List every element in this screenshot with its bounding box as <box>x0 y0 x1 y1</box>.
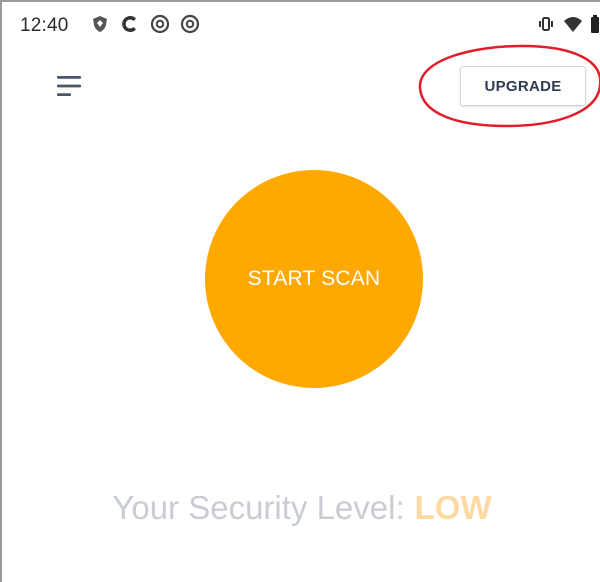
status-system-icons <box>536 14 600 34</box>
upgrade-button[interactable]: UPGRADE <box>460 66 586 106</box>
vibrate-icon <box>536 14 556 34</box>
at-sign-icon <box>150 14 170 34</box>
wifi-icon <box>563 14 583 34</box>
start-scan-button[interactable]: START SCAN <box>205 170 423 388</box>
at-sign-icon <box>180 14 200 34</box>
start-scan-label: START SCAN <box>247 267 381 290</box>
shield-status-icon <box>90 14 110 34</box>
security-level-label: Your Security Level: <box>112 489 405 526</box>
app-screen: 12:40 UPGRADE START SCAN Your Security L… <box>0 0 600 582</box>
status-bar: 12:40 <box>2 2 600 46</box>
hamburger-menu-icon[interactable] <box>54 72 84 100</box>
security-level-value: LOW <box>414 489 492 526</box>
status-notification-icons <box>90 14 200 34</box>
security-level: Your Security Level: LOW <box>2 489 600 527</box>
battery-icon <box>590 14 600 34</box>
status-time: 12:40 <box>20 15 69 36</box>
c-app-icon <box>120 14 140 34</box>
